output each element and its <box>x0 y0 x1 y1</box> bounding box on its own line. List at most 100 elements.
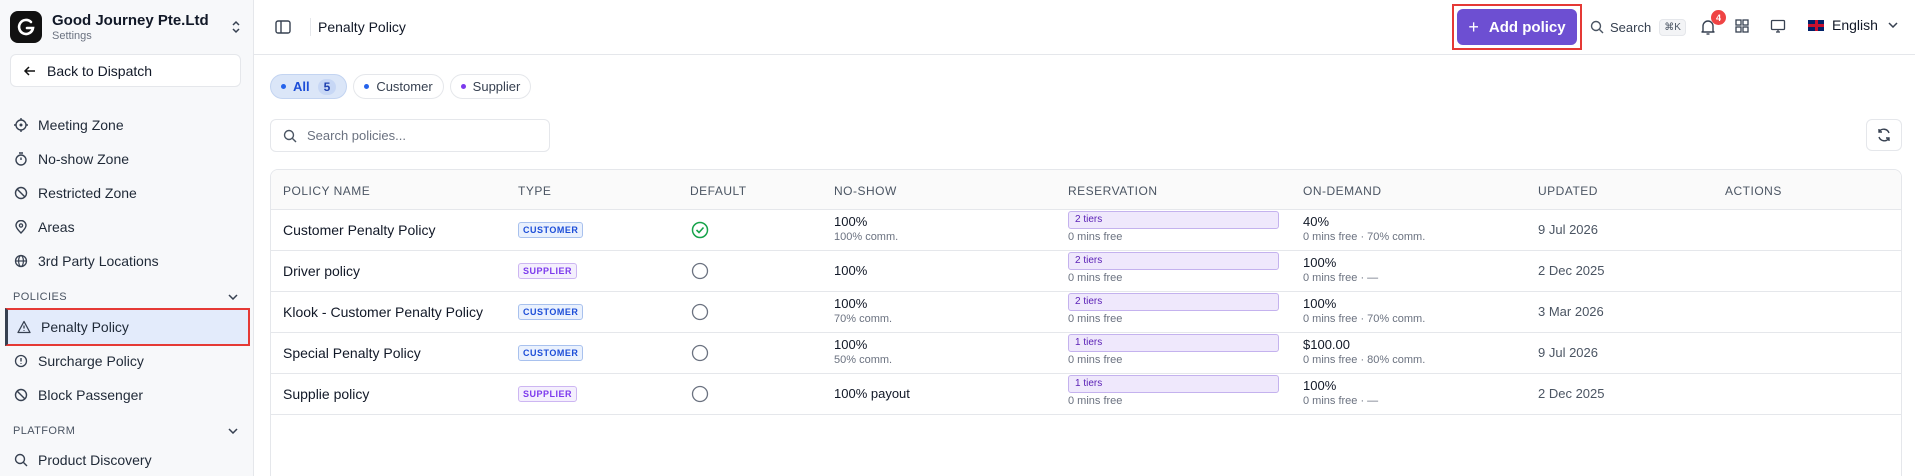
back-to-dispatch-button[interactable]: Back to Dispatch <box>10 54 241 87</box>
type-badge: CUSTOMER <box>518 222 584 238</box>
sidebar-item-surcharge-policy[interactable]: Surcharge Policy <box>5 344 250 378</box>
policies-table: POLICY NAME TYPE DEFAULT NO-SHOW RESERVA… <box>270 169 1902 476</box>
chevron-down-icon <box>228 294 238 300</box>
page-title: Penalty Policy <box>318 19 406 35</box>
language-label: English <box>1832 17 1878 33</box>
column-header: POLICY NAME <box>283 184 371 198</box>
noshow-value: 100% <box>834 296 868 311</box>
table-row[interactable]: Klook - Customer Penalty Policy CUSTOMER… <box>271 292 1901 333</box>
radio-empty-icon[interactable] <box>691 262 709 280</box>
sidebar-item-areas[interactable]: Areas <box>5 210 250 244</box>
org-logo <box>10 11 42 43</box>
sidebar-item-restricted-zone[interactable]: Restricted Zone <box>5 176 250 210</box>
search-input[interactable] <box>307 128 537 143</box>
filter-chips: All 5 Customer Supplier <box>270 74 532 99</box>
map-pin-icon <box>15 220 27 234</box>
noshow-value: 100% <box>834 337 868 352</box>
filter-label: Supplier <box>472 79 521 94</box>
sidebar-item-block-passenger[interactable]: Block Passenger <box>5 378 250 412</box>
tiers-pill: 1 tiers <box>1068 334 1279 352</box>
section-platform[interactable]: PLATFORM <box>13 421 238 441</box>
sidebar-item-label: No-show Zone <box>38 151 130 167</box>
type-badge: CUSTOMER <box>518 304 584 320</box>
org-subtitle: Settings <box>52 29 92 42</box>
ondemand-value: $100.00 <box>1303 337 1350 352</box>
refresh-icon <box>1878 128 1890 142</box>
sidebar-item-product-discovery[interactable]: Product Discovery <box>5 443 250 476</box>
tiers-pill: 2 tiers <box>1068 252 1279 270</box>
radio-empty-icon[interactable] <box>691 385 709 403</box>
updated-date: 9 Jul 2026 <box>1538 222 1598 237</box>
type-badge: CUSTOMER <box>518 345 584 361</box>
filter-all[interactable]: All 5 <box>270 74 348 99</box>
ondemand-sub: 0 mins free · 70% comm. <box>1303 313 1426 325</box>
updated-date: 2 Dec 2025 <box>1538 386 1605 401</box>
sidebar-item-label: Surcharge Policy <box>38 353 144 369</box>
noshow-sub: 70% comm. <box>834 313 893 325</box>
radio-empty-icon[interactable] <box>691 344 709 362</box>
global-search-button[interactable]: Search ⌘K <box>1590 16 1686 38</box>
sidebar-item-meeting-zone[interactable]: Meeting Zone <box>5 108 250 142</box>
grid-icon[interactable] <box>1734 18 1750 34</box>
radio-empty-icon[interactable] <box>691 303 709 321</box>
monitor-icon[interactable] <box>1770 18 1786 34</box>
updated-date: 2 Dec 2025 <box>1538 263 1605 278</box>
updated-date: 3 Mar 2026 <box>1538 304 1604 319</box>
column-header: ACTIONS <box>1725 184 1782 198</box>
org-name: Good Journey Pte.Ltd <box>52 11 209 29</box>
noshow-value: 100% <box>834 263 868 278</box>
search-shortcut: ⌘K <box>1659 18 1686 36</box>
back-label: Back to Dispatch <box>47 62 153 79</box>
sidebar-item-3rd-party-locations[interactable]: 3rd Party Locations <box>5 244 250 278</box>
filter-customer[interactable]: Customer <box>353 74 444 99</box>
dot-icon <box>364 84 370 89</box>
org-switcher[interactable]: Good Journey Pte.Ltd Settings <box>10 10 244 44</box>
ondemand-sub: 0 mins free · 70% comm. <box>1303 231 1426 243</box>
sidebar-item-label: Areas <box>38 219 75 235</box>
sidebar-item-label: Penalty Policy <box>41 319 129 335</box>
table-row[interactable]: Supplie policy SUPPLIER 100% payout 1 ti… <box>271 374 1901 415</box>
add-policy-button[interactable]: + Add policy <box>1457 9 1577 45</box>
policy-search <box>270 119 550 152</box>
search-icon <box>1590 20 1604 34</box>
ondemand-value: 100% <box>1303 255 1337 270</box>
policy-name: Driver policy <box>283 263 361 279</box>
filter-supplier[interactable]: Supplier <box>449 74 532 99</box>
language-selector[interactable]: English <box>1808 17 1898 33</box>
noshow-value: 100% <box>834 214 868 229</box>
sidebar-item-label: Product Discovery <box>38 452 152 468</box>
table-row[interactable]: Customer Penalty Policy CUSTOMER 100% 10… <box>271 210 1901 251</box>
sidebar-item-no-show-zone[interactable]: No-show Zone <box>5 142 250 176</box>
section-label: PLATFORM <box>13 425 76 437</box>
table-row[interactable]: Special Penalty Policy CUSTOMER 100% 50%… <box>271 333 1901 374</box>
column-header: NO-SHOW <box>834 184 897 198</box>
policy-name: Special Penalty Policy <box>283 345 421 361</box>
sidebar-toggle-icon[interactable] <box>274 18 292 36</box>
timer-icon <box>15 152 27 166</box>
sidebar: Good Journey Pte.Ltd Settings Back to Di… <box>0 0 254 476</box>
sidebar-item-penalty-policy[interactable]: Penalty Policy <box>5 308 250 346</box>
ban-icon <box>14 186 28 200</box>
noshow-value: 100% payout <box>834 386 910 401</box>
column-header: ON-DEMAND <box>1303 184 1382 198</box>
reservation-sub: 0 mins free <box>1068 272 1123 284</box>
section-policies[interactable]: POLICIES <box>13 287 238 307</box>
sidebar-item-label: Block Passenger <box>38 387 144 403</box>
column-header: RESERVATION <box>1068 184 1158 198</box>
column-header: DEFAULT <box>690 184 747 198</box>
reservation-sub: 0 mins free <box>1068 395 1123 407</box>
sidebar-item-label: Restricted Zone <box>38 185 137 201</box>
dot-icon <box>281 84 286 89</box>
top-header: Penalty Policy + Add policy Search ⌘K 4 … <box>254 0 1915 55</box>
check-circle-icon <box>691 221 709 239</box>
table-row[interactable]: Driver policy SUPPLIER 100% 2 tiers 0 mi… <box>271 251 1901 292</box>
refresh-button[interactable] <box>1866 119 1902 151</box>
main-content: All 5 Customer Supplier POLICY NAME TYPE… <box>254 56 1915 476</box>
chevrons-up-down-icon[interactable] <box>228 17 244 37</box>
header-divider <box>310 18 311 36</box>
ondemand-sub: 0 mins free · — <box>1303 395 1379 407</box>
filter-count: 5 <box>317 78 337 95</box>
type-badge: SUPPLIER <box>518 263 578 279</box>
search-icon <box>14 453 28 467</box>
noshow-sub: 50% comm. <box>834 354 893 366</box>
